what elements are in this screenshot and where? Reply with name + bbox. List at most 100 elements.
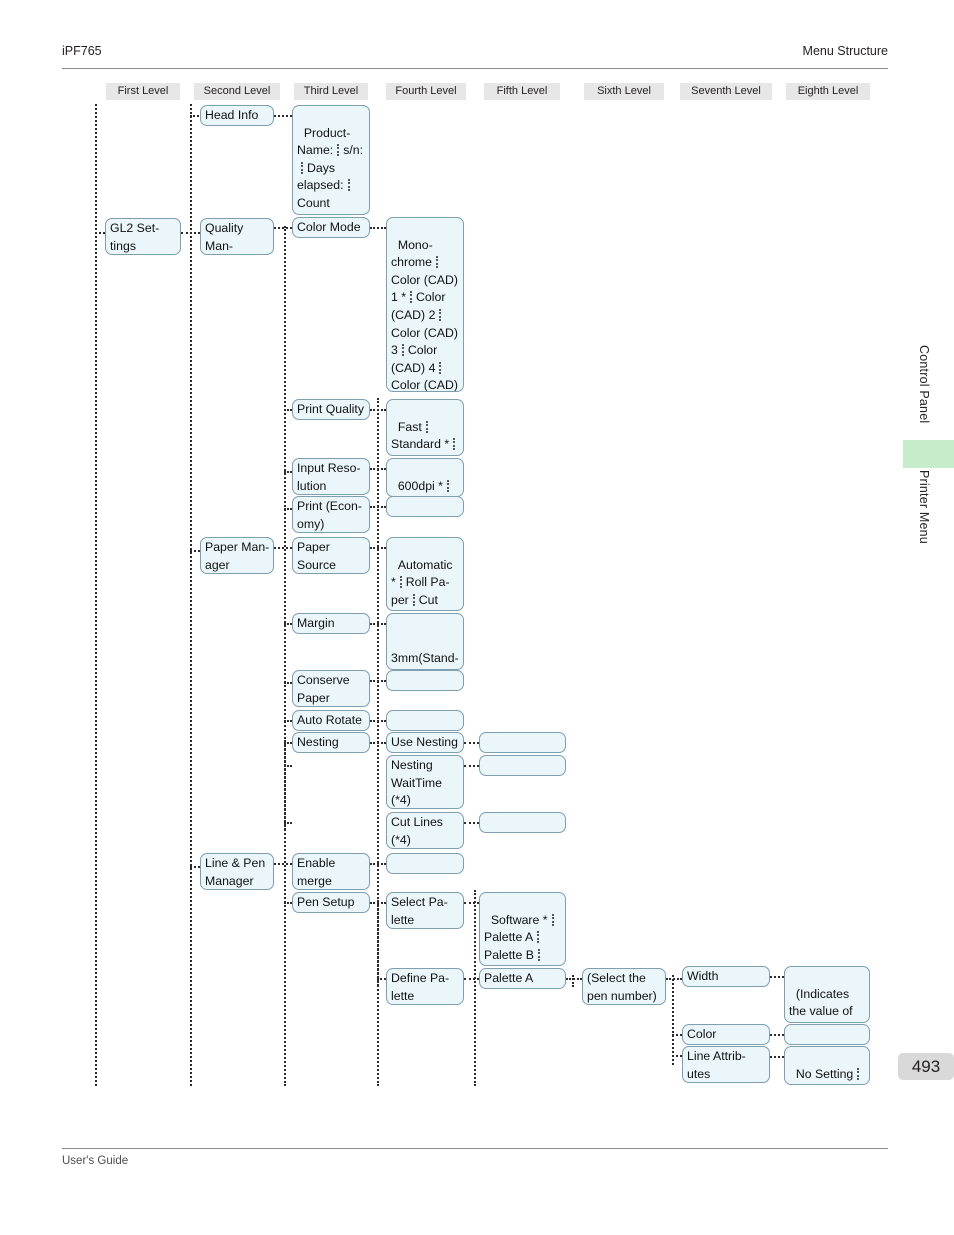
connector-conserve-in (284, 682, 292, 684)
connector-conserve-out (370, 680, 386, 682)
value-text: Color (CAD) 4 (391, 343, 441, 375)
connector-nesting-out (370, 742, 386, 744)
node-select-palette-values: Software * Palette A Palette B Factory (479, 892, 566, 966)
node-line-attributes[interactable]: Line Attrib- utes (682, 1046, 770, 1083)
connector-width-out (770, 976, 784, 978)
node-print-economy[interactable]: Print (Econ- omy) (292, 496, 370, 533)
node-quality-manager[interactable]: Quality Man- ager (200, 218, 274, 255)
header-model: iPF765 (62, 44, 102, 58)
value-text: Palette A (484, 930, 534, 945)
node-gl2-settings[interactable]: GL2 Set- tings (105, 218, 181, 255)
connector-colormode-out (370, 227, 386, 229)
node-use-nesting-values: Off *On (479, 732, 566, 753)
node-auto-rotate[interactable]: Auto Rotate (292, 710, 370, 731)
value-separator (410, 291, 413, 304)
connector-papermgr-in (190, 550, 200, 552)
connector-cutlines-in (284, 822, 292, 824)
value-separator (439, 308, 442, 321)
node-nesting-waittime[interactable]: Nesting WaitTime (*4) (386, 755, 464, 809)
trunk-line-level1 (95, 104, 97, 1086)
node-conserve-paper[interactable]: Conserve Paper (292, 670, 370, 707)
node-head-info[interactable]: Head Info (200, 105, 274, 126)
node-width-values: (Indicates the value of Width) (784, 966, 870, 1023)
node-width[interactable]: Width (682, 966, 770, 987)
trunk-line-level5 (474, 890, 476, 1086)
node-head-info-values: Product-Name:s/n:Days elapsed:Count [Mdo… (292, 105, 370, 215)
level-header-sixth: Sixth Level (584, 83, 664, 100)
branch-line-nesting (284, 740, 286, 830)
side-tab-highlight (903, 440, 954, 468)
level-header-third: Third Level (294, 83, 368, 100)
level-header-second: Second Level (194, 83, 280, 100)
connector-selectpalette-out (464, 902, 479, 904)
page-footer: User's Guide (62, 1148, 888, 1167)
node-print-economy-values: Off *On (386, 496, 464, 517)
connector-papermgr-out (274, 547, 292, 549)
value-separator (425, 420, 428, 433)
side-tab-printer-menu[interactable]: Printer Menu (917, 470, 931, 544)
node-paper-manager[interactable]: Paper Man- ager (200, 537, 274, 574)
page-header: iPF765 Menu Structure (62, 44, 888, 69)
node-margin-values: 3mm(Stand-ard) *5mm (386, 613, 464, 670)
node-palette-a[interactable]: Palette A (479, 968, 566, 989)
node-select-pen-number[interactable]: (Select the pen number) (582, 968, 666, 1005)
node-margin[interactable]: Margin (292, 613, 370, 634)
connector-color-out (770, 1034, 784, 1036)
connector-autorotate-out (370, 720, 386, 722)
connector-palettea-out (566, 978, 582, 980)
connector-printecon-in (284, 508, 292, 510)
value-separator (537, 931, 540, 944)
level-header-fifth: Fifth Level (484, 83, 560, 100)
value-separator (446, 479, 449, 492)
branch-line-pen-attrs (672, 975, 674, 1065)
value-separator (347, 179, 350, 192)
connector-margin-in (284, 623, 292, 625)
node-pen-setup[interactable]: Pen Setup (292, 892, 370, 913)
node-color-mode[interactable]: Color Mode (292, 217, 370, 238)
connector-cutlines-out (464, 822, 479, 824)
node-color[interactable]: Color (682, 1024, 770, 1045)
connector-printecon-out (370, 506, 386, 508)
level-header-seventh: Seventh Level (680, 83, 772, 100)
connector-pensetup-in (284, 902, 292, 904)
level-header-first: First Level (106, 83, 180, 100)
value-separator (537, 948, 540, 961)
connector-definepalette-out (464, 978, 479, 980)
value-text: 600dpi * (397, 478, 443, 493)
connector-selectpen-out (666, 978, 682, 980)
connector-usenesting-out (464, 742, 479, 744)
node-color-values: 0〜255 (784, 1024, 870, 1045)
node-paper-source-values: Automatic *Roll Pa-perCut Sheet (386, 537, 464, 611)
connector-papersource-out (370, 547, 386, 549)
node-color-mode-values: Mono-chromeColor (CAD) 1 * Color (CAD) 2C… (386, 217, 464, 392)
node-input-resolution-values: 600dpi *300dpi (386, 458, 464, 497)
branch-line-pensetup (377, 900, 379, 986)
node-enable-merge[interactable]: Enable merge (292, 853, 370, 890)
node-print-quality-values: Fast Standard * High (386, 399, 464, 456)
node-print-quality[interactable]: Print Quality (292, 399, 370, 420)
node-select-palette[interactable]: Select Pa- lette (386, 892, 464, 929)
node-line-pen-manager[interactable]: Line & Pen Manager (200, 853, 274, 890)
value-separator (301, 161, 303, 174)
node-cut-lines[interactable]: Cut Lines (*4) (386, 812, 464, 849)
value-text: 3mm(Stand-ard) * (391, 651, 459, 669)
value-text: Palette B (484, 947, 534, 962)
node-nesting[interactable]: Nesting (292, 732, 370, 753)
connector-inputres-in (284, 471, 292, 473)
value-separator (453, 438, 456, 451)
node-input-resolution[interactable]: Input Reso- lution (292, 458, 370, 495)
value-text: Software * (490, 912, 548, 927)
value-separator (551, 913, 554, 926)
node-define-palette[interactable]: Define Pa- lette (386, 968, 464, 1005)
node-paper-source[interactable]: Paper Source (292, 537, 370, 574)
value-text: Mono-chrome (391, 237, 433, 270)
connector-definepalette-in (377, 978, 386, 980)
side-tab-control-panel[interactable]: Control Panel (917, 345, 931, 423)
connector-color-in (672, 1034, 682, 1036)
node-use-nesting[interactable]: Use Nesting (386, 732, 464, 753)
connector-printquality-in (284, 409, 292, 411)
value-separator (439, 361, 442, 374)
connector-waittime-out (464, 765, 479, 767)
value-text: Fast (397, 419, 422, 434)
value-text: s/n: (343, 143, 364, 158)
